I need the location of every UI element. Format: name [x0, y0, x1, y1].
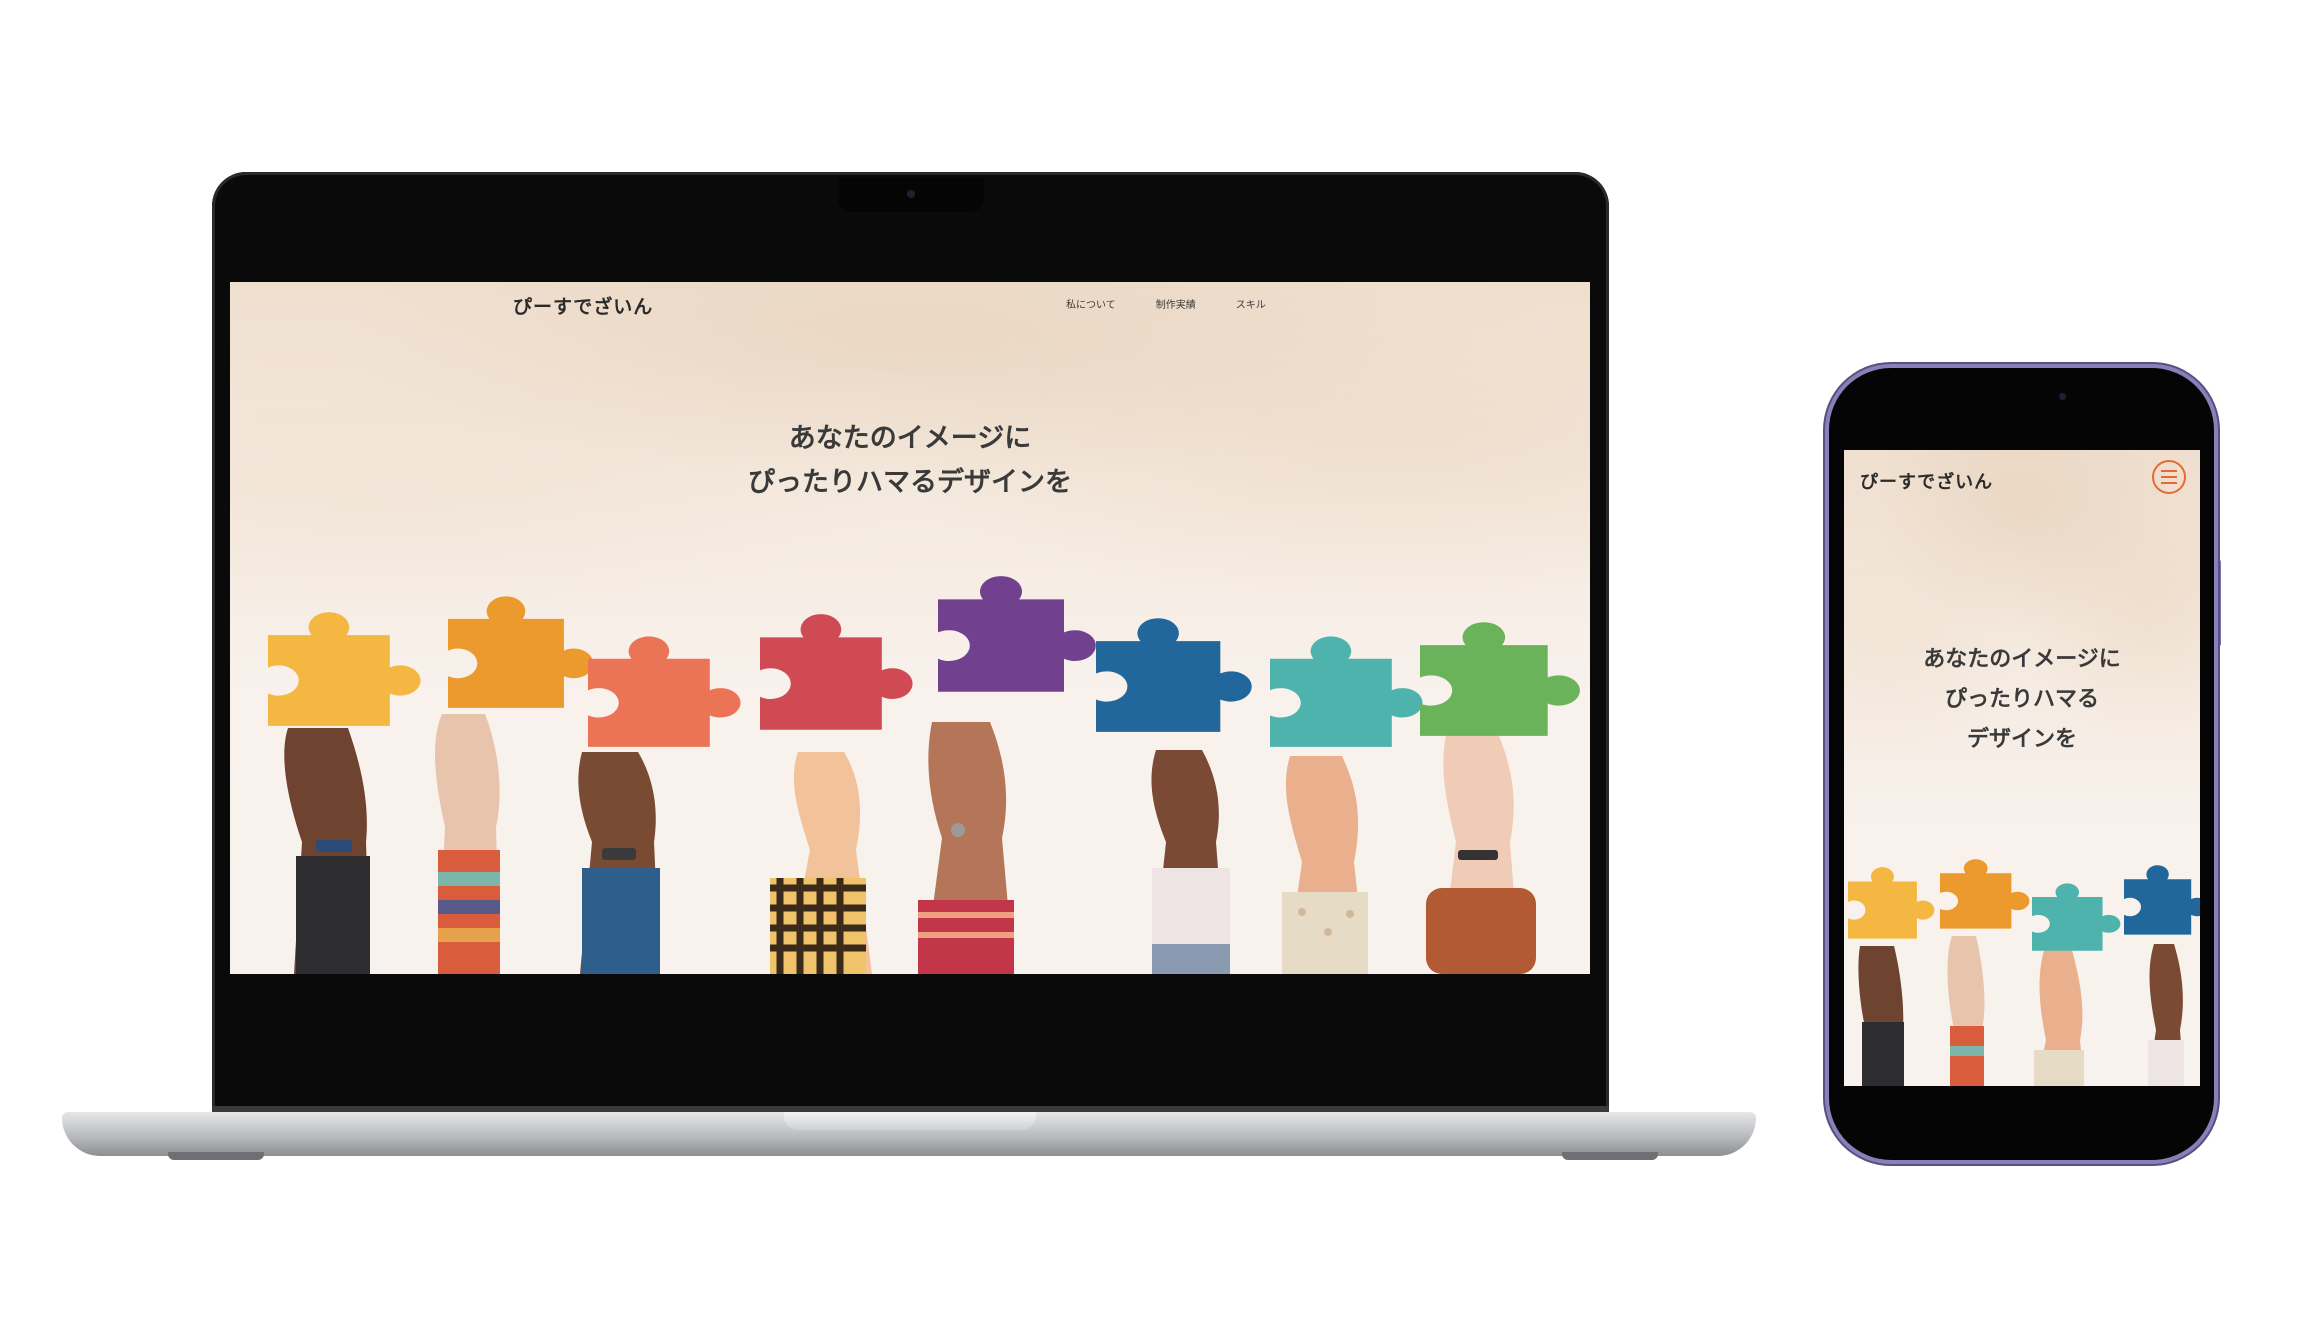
laptop-foot-right [1562, 1152, 1658, 1160]
camera-icon [907, 190, 915, 198]
phone-power-button [2216, 560, 2221, 646]
laptop-foot-left [168, 1152, 264, 1160]
laptop-screen: ぴーすでざいん 私について 制作実績 スキル あなたのイメージに ぴったりハマる… [230, 282, 1590, 974]
phone-screen: ぴーすでざいん あなたのイメージに ぴったりハマる デザインを [1844, 450, 2200, 1086]
laptop: ぴーすでざいん 私について 制作実績 スキル あなたのイメージに ぴったりハマる… [212, 172, 1609, 1120]
smartphone: ぴーすでざいん あなたのイメージに ぴったりハマる デザインを [1829, 368, 2214, 1160]
puzzle-hands-illustration [268, 576, 1580, 974]
device-mockup-stage: ぴーすでざいん 私について 制作実績 スキル あなたのイメージに ぴったりハマる… [0, 0, 2303, 1323]
laptop-trackpad-lip [784, 1112, 1036, 1130]
arms [284, 714, 1536, 974]
laptop-notch [838, 178, 984, 212]
mobile-arms [1858, 936, 2184, 1086]
camera-icon [2059, 393, 2066, 400]
mobile-puzzle-pieces [1848, 859, 2200, 951]
mobile-puzzle-illustration [1848, 859, 2200, 1086]
